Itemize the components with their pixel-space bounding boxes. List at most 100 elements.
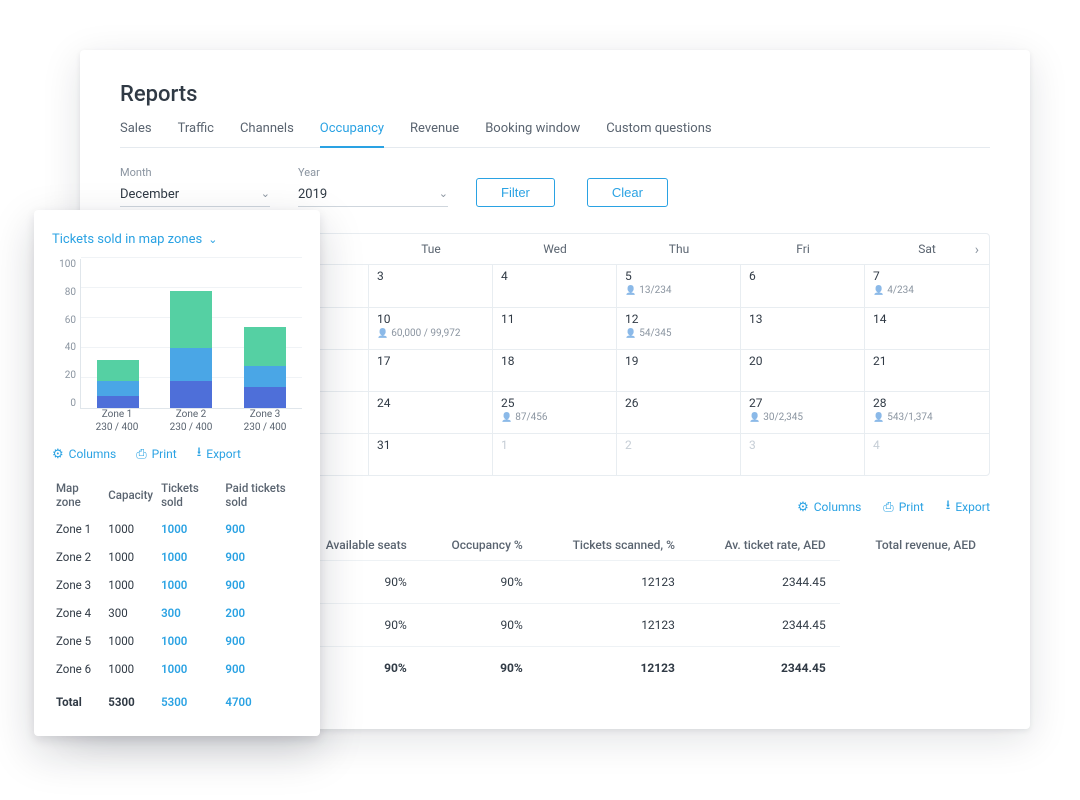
year-label: Year [298,166,448,179]
tab-revenue[interactable]: Revenue [410,121,459,147]
zone-cell: 300 [104,599,157,627]
summary-header: Occupancy % [421,530,537,561]
zone-table-actions: ⚙Columns ⎙Print ⭳Export [52,443,302,465]
calendar-cell[interactable]: 3 [741,433,865,475]
zone-cell-link[interactable]: 1000 [161,662,187,676]
zone-cell: Zone 1 [52,515,104,543]
calendar-cell[interactable]: 24 [369,391,493,433]
calendar-cell[interactable]: 19 [617,349,741,391]
calendar-cell[interactable]: 6 [741,265,865,307]
zone-cell-link[interactable]: 300 [161,606,181,620]
calendar-cell[interactable]: 13 [741,307,865,349]
zone-card-title[interactable]: Tickets sold in map zones ⌄ [52,232,302,247]
calendar-cell[interactable]: 4 [493,265,617,307]
zone-cell: 1000 [157,515,221,543]
zone-cell-link[interactable]: 1000 [161,522,187,536]
table-row: Zone 510001000900 [52,627,302,655]
calendar-cell[interactable]: 31 [369,433,493,475]
calendar-cell[interactable]: 513/234 [617,265,741,307]
columns-action[interactable]: ⚙Columns [797,496,861,518]
export-action[interactable]: ⭳Export [197,443,241,465]
zone-bar-chart: 100806040200 Zone 1230 / 400Zone 2230 / … [52,259,302,435]
report-tabs: Sales Traffic Channels Occupancy Revenue… [120,121,990,148]
month-value: December [120,187,179,202]
year-select[interactable]: 2019 ⌄ [298,183,448,207]
gear-icon: ⚙ [52,447,64,462]
chart-bar [170,291,212,408]
x-tick: Zone 1230 / 400 [82,409,152,435]
zone-cell-link[interactable]: 4700 [225,695,251,709]
zone-table-header: Tickets sold [157,475,221,515]
summary-cell: 90% [421,647,537,690]
chevron-down-icon: ⌄ [261,187,270,202]
zone-cell-link[interactable]: 1000 [161,634,187,648]
zone-cell-link[interactable]: 900 [225,522,245,536]
tab-channels[interactable]: Channels [240,121,294,147]
zone-cell-link[interactable]: 1000 [161,550,187,564]
day-number: 3 [377,269,484,283]
gear-icon: ⚙ [797,500,809,515]
zone-cell: 1000 [157,655,221,683]
zone-cell-link[interactable]: 200 [225,606,245,620]
calendar-cell[interactable]: 1 [493,433,617,475]
zone-cell: 900 [221,571,302,599]
tab-booking[interactable]: Booking window [485,121,580,147]
zone-cell: 5300 [104,683,157,716]
calendar-cell[interactable]: 74/234 [865,265,989,307]
summary-cell: 12123 [537,647,689,690]
bar-segment [170,348,212,381]
calendar-cell[interactable]: 28543/1,374 [865,391,989,433]
filter-button[interactable]: Filter [476,178,555,207]
calendar-cell[interactable]: 11 [493,307,617,349]
zone-cell-link[interactable]: 900 [225,662,245,676]
map-zones-card: Tickets sold in map zones ⌄ 100806040200… [34,210,320,736]
calendar-cell[interactable]: 21 [865,349,989,391]
calendar-next-icon[interactable]: › [975,242,979,258]
zone-cell: 900 [221,543,302,571]
zone-cell-link[interactable]: 900 [225,578,245,592]
calendar-cell[interactable]: 2 [617,433,741,475]
calendar-cell[interactable]: 2587/456 [493,391,617,433]
zone-cell: 1000 [104,627,157,655]
occupancy-stat: 4/234 [873,285,981,296]
day-number: 26 [625,396,732,410]
calendar-cell[interactable]: 14 [865,307,989,349]
occupancy-stat: 54/345 [625,328,732,339]
zone-cell: 900 [221,655,302,683]
export-action[interactable]: ⭳Export [946,496,990,518]
print-action[interactable]: ⎙Print [136,443,177,465]
columns-action[interactable]: ⚙Columns [52,443,116,465]
chevron-down-icon: ⌄ [208,233,217,246]
tab-occupancy[interactable]: Occupancy [320,121,384,148]
tab-custom[interactable]: Custom questions [606,121,711,147]
zone-cell: Zone 6 [52,655,104,683]
summary-header: Tickets scanned, % [537,530,689,561]
bar-segment [244,366,286,387]
tab-sales[interactable]: Sales [120,121,152,147]
print-action[interactable]: ⎙Print [883,496,924,518]
zone-cell-link[interactable]: 900 [225,550,245,564]
occupancy-stat: 543/1,374 [873,412,981,423]
summary-cell: 2344.45 [689,647,840,690]
zone-cell-link[interactable]: 5300 [161,695,187,709]
zone-cell: Zone 4 [52,599,104,627]
summary-cell: 2344.45 [689,604,840,647]
bar-segment [244,327,286,366]
calendar-cell[interactable]: 1060,000 / 99,972 [369,307,493,349]
zone-cell-link[interactable]: 1000 [161,578,187,592]
month-select[interactable]: December ⌄ [120,183,270,207]
calendar-cell[interactable]: 20 [741,349,865,391]
y-tick: 40 [65,342,80,353]
calendar-cell[interactable]: 18 [493,349,617,391]
calendar-cell[interactable]: 26 [617,391,741,433]
calendar-cell[interactable]: 4 [865,433,989,475]
zone-cell-link[interactable]: 900 [225,634,245,648]
calendar-cell[interactable]: 17 [369,349,493,391]
calendar-cell[interactable]: 3 [369,265,493,307]
calendar-cell[interactable]: 1254/345 [617,307,741,349]
clear-button[interactable]: Clear [587,178,668,207]
calendar-cell[interactable]: 2730/2,345 [741,391,865,433]
bar-segment [170,291,212,348]
tab-traffic[interactable]: Traffic [178,121,214,147]
day-number: 20 [749,354,856,368]
